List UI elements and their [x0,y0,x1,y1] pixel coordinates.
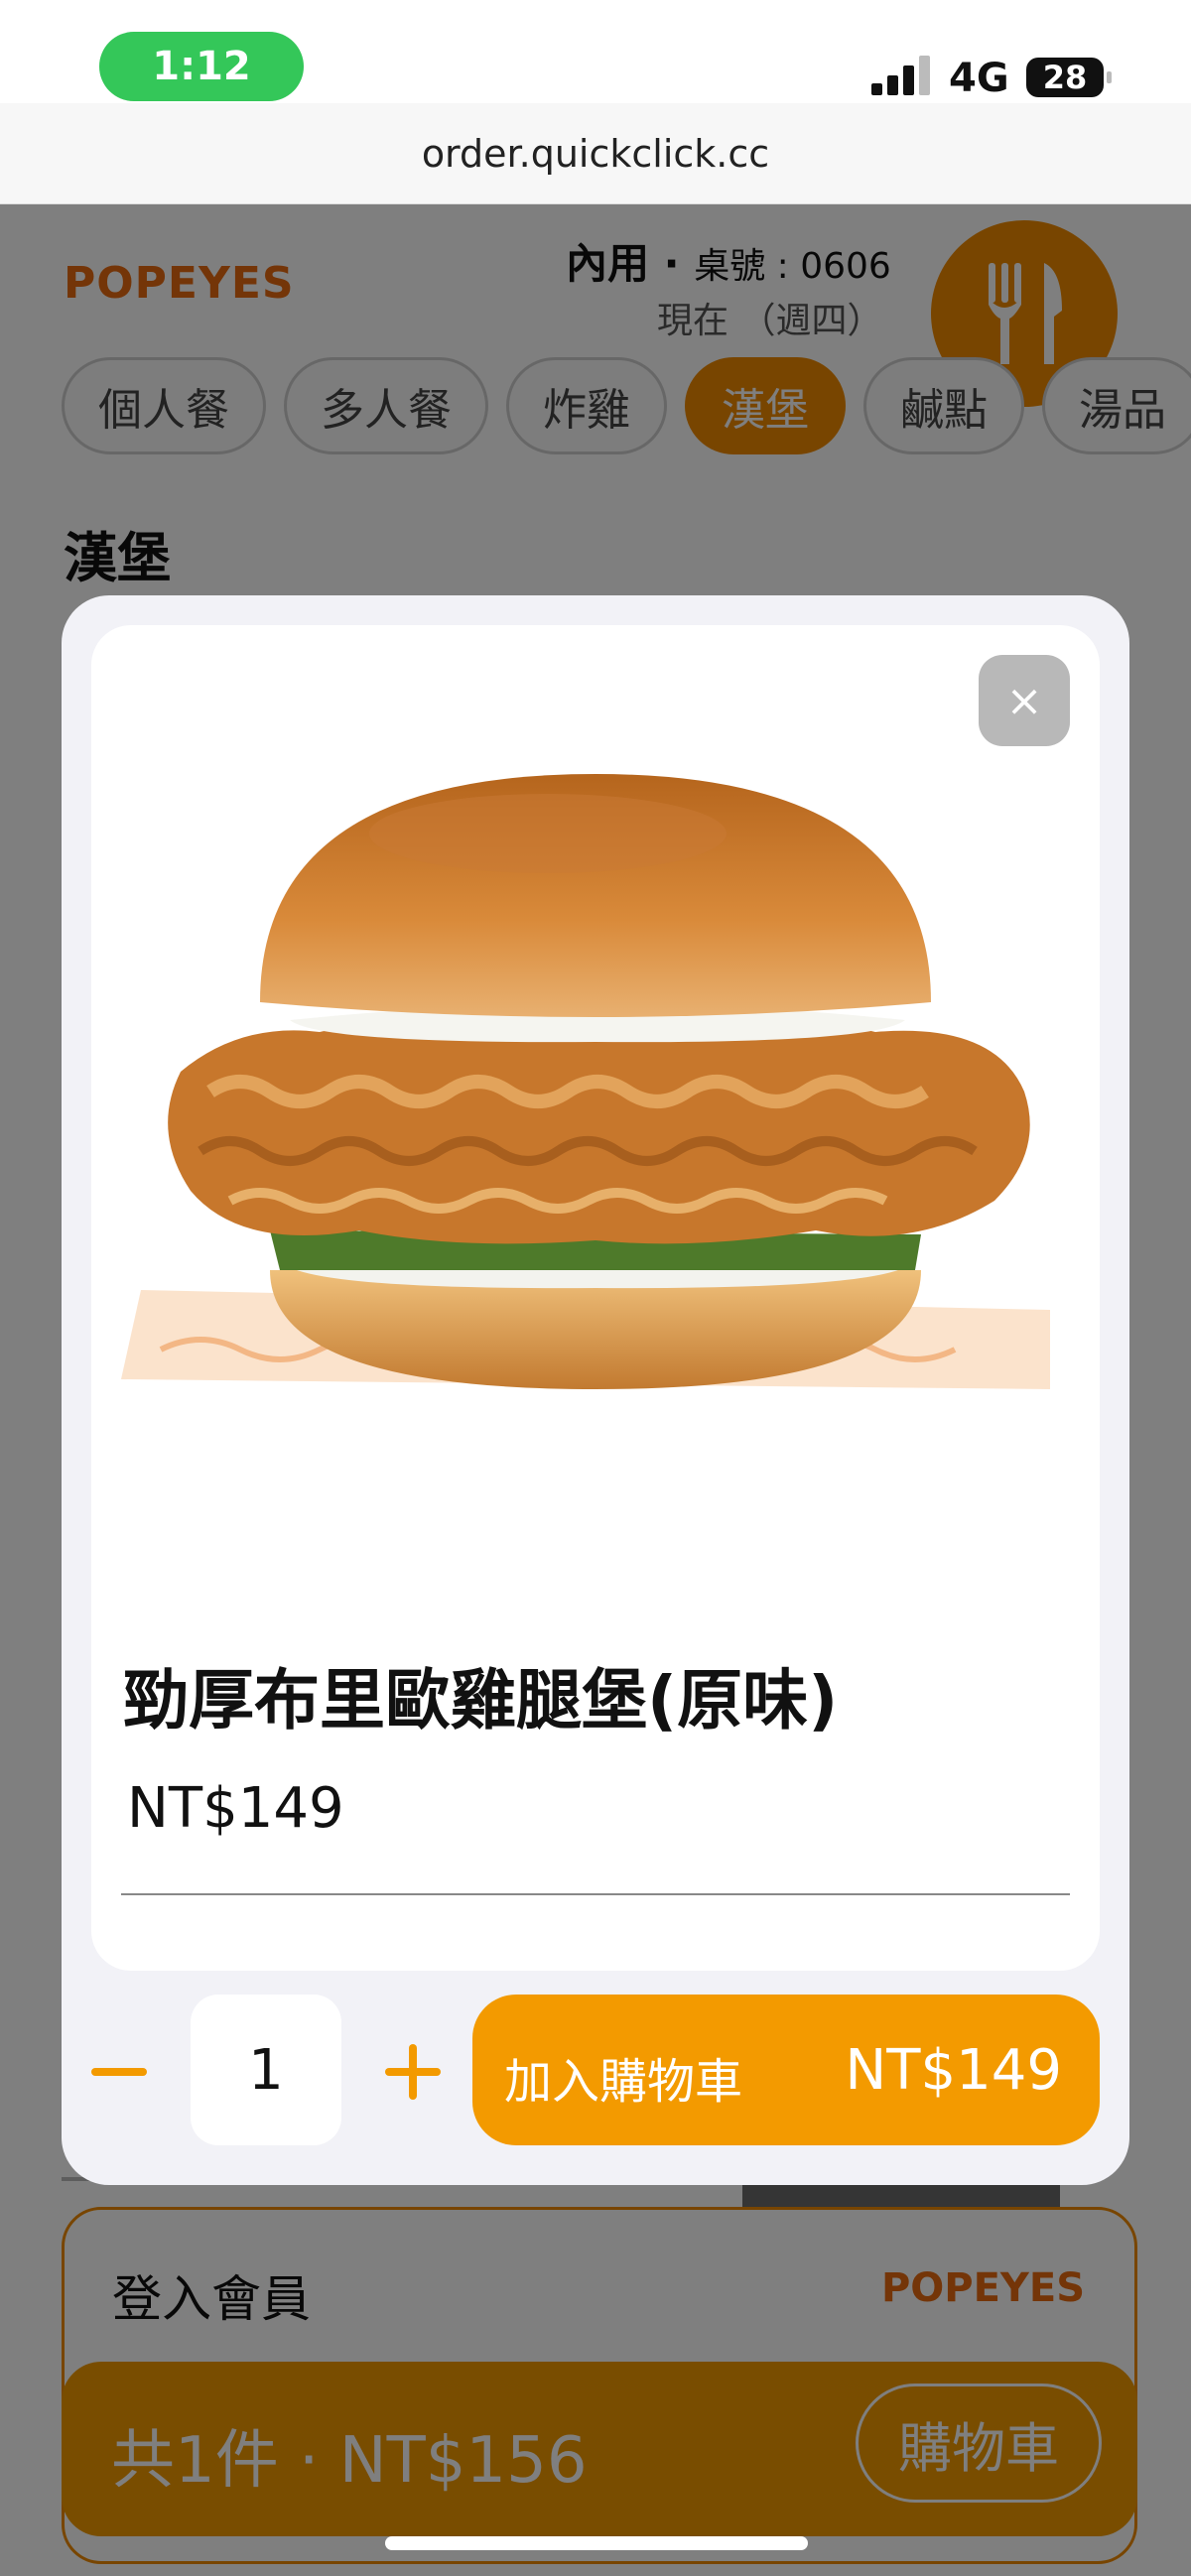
signal-icon [871,56,931,95]
add-to-cart-button[interactable]: 加入購物車 NT$149 [472,1995,1100,2145]
network-type: 4G [949,56,1009,101]
quantity-row: 1 加入購物車 NT$149 [62,1995,1129,2149]
home-indicator [385,2536,808,2550]
plus-icon [385,2044,441,2100]
add-to-cart-label: 加入購物車 [504,2054,743,2110]
close-button[interactable]: × [979,655,1070,746]
quantity-field[interactable]: 1 [191,1995,341,2145]
product-modal: × 勁厚布里歐雞腿堡(原味) NT$149 1 加入購物車 NT$149 [62,595,1129,2185]
product-card: × 勁厚布里歐雞腿堡(原味) NT$149 [91,625,1100,1971]
url-bar[interactable]: order.quickclick.cc [0,103,1191,204]
add-to-cart-price: NT$149 [845,2038,1062,2103]
status-bar: 1:12 4G 28 [0,0,1191,103]
divider [121,1893,1070,1895]
product-price: NT$149 [127,1776,344,1841]
close-icon: × [1005,675,1043,726]
battery-icon: 28 [1026,58,1112,97]
product-image [121,774,1050,1389]
clock: 1:12 [99,32,304,101]
product-name: 勁厚布里歐雞腿堡(原味) [123,1662,839,1739]
minus-icon [91,2068,147,2076]
increase-button[interactable] [373,2032,453,2112]
decrease-button[interactable] [85,2032,153,2112]
